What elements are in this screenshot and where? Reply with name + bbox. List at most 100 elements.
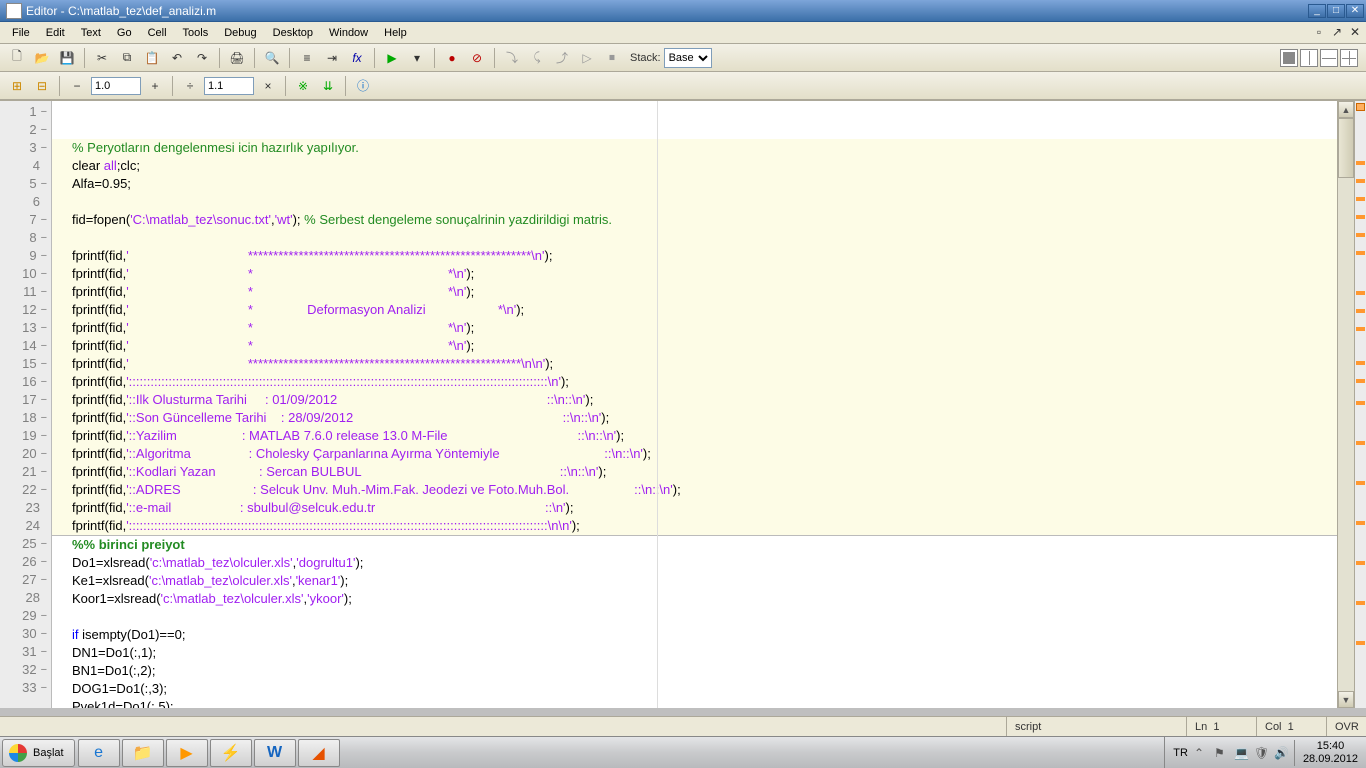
info-icon[interactable]: ⓘ [352, 75, 374, 97]
gutter-line[interactable]: 17− [0, 391, 47, 409]
gutter-line[interactable]: 15− [0, 355, 47, 373]
plus-icon[interactable]: + [144, 75, 166, 97]
find-icon[interactable]: 🔍 [261, 47, 283, 69]
gutter-line[interactable]: 18− [0, 409, 47, 427]
indent-icon[interactable]: ⇥ [321, 47, 343, 69]
minus-icon[interactable]: − [66, 75, 88, 97]
step-out-icon[interactable]: ⤴ [551, 47, 573, 69]
eval-cell-icon[interactable]: ※ [292, 75, 314, 97]
close-icon[interactable]: ✕ [1346, 4, 1364, 18]
copy-icon[interactable]: ⧉ [116, 47, 138, 69]
print-icon[interactable]: 🖨 [226, 47, 248, 69]
tray-volume-icon[interactable]: 🔊 [1274, 746, 1288, 760]
gutter-line[interactable]: 12− [0, 301, 47, 319]
start-button[interactable]: Başlat [2, 739, 75, 767]
menu-tools[interactable]: Tools [175, 24, 217, 42]
undo-icon[interactable]: ↶ [166, 47, 188, 69]
menu-edit[interactable]: Edit [38, 24, 73, 42]
gutter-line[interactable]: 27− [0, 571, 47, 589]
gutter-line[interactable]: 24 [0, 517, 47, 535]
taskbar-ie-icon[interactable]: e [78, 739, 120, 767]
gutter-line[interactable]: 32− [0, 661, 47, 679]
menu-file[interactable]: File [4, 24, 38, 42]
code-marker-strip[interactable] [1354, 101, 1366, 708]
scroll-thumb[interactable] [1338, 118, 1354, 178]
divide-icon[interactable]: ÷ [179, 75, 201, 97]
eval-cell-advance-icon[interactable]: ⇊ [317, 75, 339, 97]
gutter-line[interactable]: 6 [0, 193, 47, 211]
gutter-line[interactable]: 8− [0, 229, 47, 247]
cut-icon[interactable]: ✂ [91, 47, 113, 69]
menu-debug[interactable]: Debug [216, 24, 264, 42]
gutter-line[interactable]: 4 [0, 157, 47, 175]
maximize-icon[interactable]: □ [1327, 4, 1345, 18]
run-icon[interactable]: ▶ [381, 47, 403, 69]
menu-cell[interactable]: Cell [140, 24, 175, 42]
scroll-up-icon[interactable]: ▲ [1338, 101, 1354, 118]
run-dropdown-icon[interactable]: ▾ [406, 47, 428, 69]
gutter-line[interactable]: 25− [0, 535, 47, 553]
menu-go[interactable]: Go [109, 24, 140, 42]
taskbar-explorer-icon[interactable]: 📁 [122, 739, 164, 767]
step-icon[interactable]: ⤵ [501, 47, 523, 69]
layout-vsplit-icon[interactable] [1300, 49, 1318, 67]
gutter-line[interactable]: 3− [0, 139, 47, 157]
gutter-line[interactable]: 26− [0, 553, 47, 571]
open-icon[interactable]: 📂 [31, 47, 53, 69]
layout-quad-icon[interactable] [1340, 49, 1358, 67]
minimize-icon[interactable]: _ [1308, 4, 1326, 18]
save-icon[interactable]: 💾 [56, 47, 78, 69]
gutter-line[interactable]: 16− [0, 373, 47, 391]
continue-icon[interactable]: ▷ [576, 47, 598, 69]
gutter-line[interactable]: 11− [0, 283, 47, 301]
gutter-line[interactable]: 1− [0, 103, 47, 121]
function-icon[interactable]: fx [346, 47, 368, 69]
menu-window[interactable]: Window [321, 24, 376, 42]
gutter-line[interactable]: 23 [0, 499, 47, 517]
tray-chevron-icon[interactable]: ⌃ [1194, 746, 1208, 760]
tray-lang[interactable]: TR [1173, 747, 1188, 759]
close-panel-icon[interactable]: ✕ [1348, 25, 1362, 39]
tray-flag-icon[interactable]: ⚑ [1214, 746, 1228, 760]
zoom-factor-2[interactable] [204, 77, 254, 95]
tray-shield-icon[interactable]: 🛡 [1254, 746, 1268, 760]
taskbar-word-icon[interactable]: W [254, 739, 296, 767]
gutter-line[interactable]: 22− [0, 481, 47, 499]
gutter-line[interactable]: 28 [0, 589, 47, 607]
menu-text[interactable]: Text [73, 24, 109, 42]
taskbar-matlab-icon[interactable]: ◢ [298, 739, 340, 767]
gutter-line[interactable]: 19− [0, 427, 47, 445]
gutter-line[interactable]: 21− [0, 463, 47, 481]
tray-clock[interactable]: 15:40 28.09.2012 [1294, 740, 1358, 766]
cell-insert-icon[interactable]: ⊞ [6, 75, 28, 97]
breakpoint-set-icon[interactable]: ● [441, 47, 463, 69]
zoom-factor-1[interactable] [91, 77, 141, 95]
multiply-icon[interactable]: × [257, 75, 279, 97]
gutter-line[interactable]: 9− [0, 247, 47, 265]
layout-single-icon[interactable] [1280, 49, 1298, 67]
paste-icon[interactable]: 📋 [141, 47, 163, 69]
gutter-line[interactable]: 2− [0, 121, 47, 139]
scroll-down-icon[interactable]: ▼ [1338, 691, 1354, 708]
gutter-line[interactable]: 14− [0, 337, 47, 355]
step-in-icon[interactable]: ⤹ [526, 47, 548, 69]
gutter-line[interactable]: 29− [0, 607, 47, 625]
gutter-line[interactable]: 31− [0, 643, 47, 661]
gutter-line[interactable]: 7− [0, 211, 47, 229]
menu-desktop[interactable]: Desktop [265, 24, 321, 42]
comment-icon[interactable]: ≡ [296, 47, 318, 69]
exit-debug-icon[interactable]: ⏹ [601, 47, 623, 69]
cell-eval-icon[interactable]: ⊟ [31, 75, 53, 97]
gutter-line[interactable]: 5− [0, 175, 47, 193]
taskbar-winamp-icon[interactable]: ⚡ [210, 739, 252, 767]
tray-network-icon[interactable]: 💻 [1234, 746, 1248, 760]
dock-icon[interactable]: ▫ [1312, 25, 1326, 39]
taskbar-media-icon[interactable]: ▶ [166, 739, 208, 767]
gutter-line[interactable]: 30− [0, 625, 47, 643]
new-icon[interactable]: 🗋 [6, 47, 28, 69]
menu-help[interactable]: Help [376, 24, 415, 42]
breakpoint-clear-icon[interactable]: ⊘ [466, 47, 488, 69]
layout-hsplit-icon[interactable] [1320, 49, 1338, 67]
gutter-line[interactable]: 33− [0, 679, 47, 697]
gutter-line[interactable]: 13− [0, 319, 47, 337]
